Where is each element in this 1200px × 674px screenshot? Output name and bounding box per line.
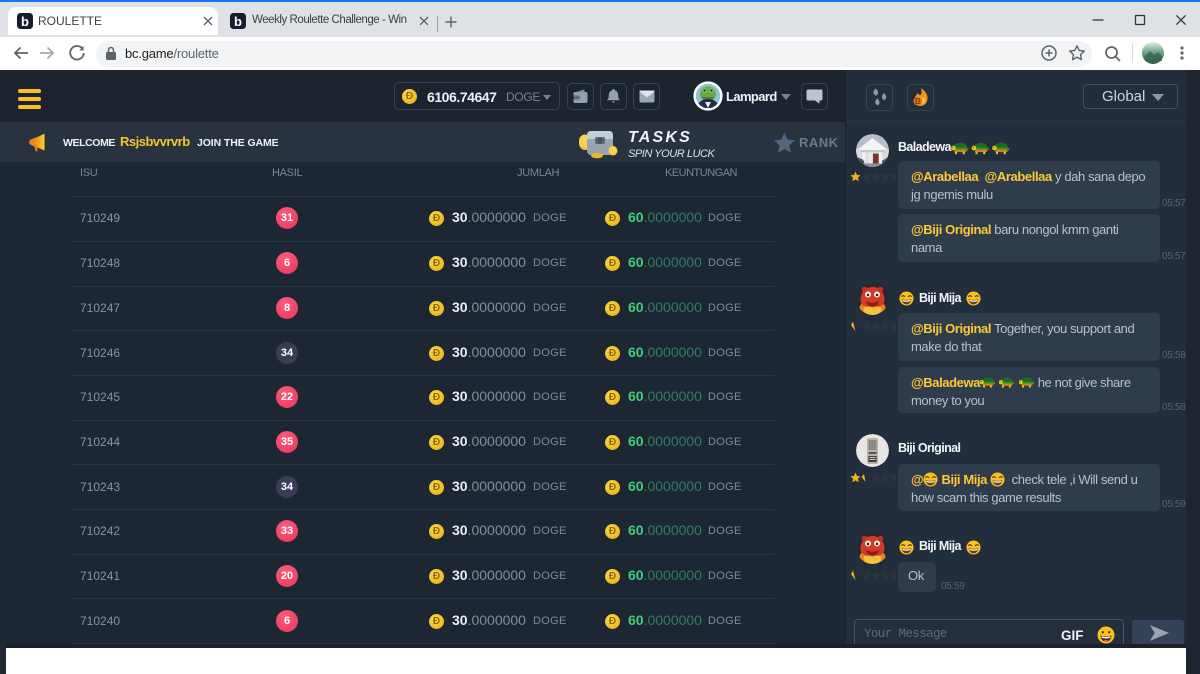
svg-text:b: b xyxy=(21,14,29,29)
svg-text:B: B xyxy=(915,96,921,106)
svg-text:0: 0 xyxy=(598,139,602,146)
svg-text:b: b xyxy=(234,14,242,29)
